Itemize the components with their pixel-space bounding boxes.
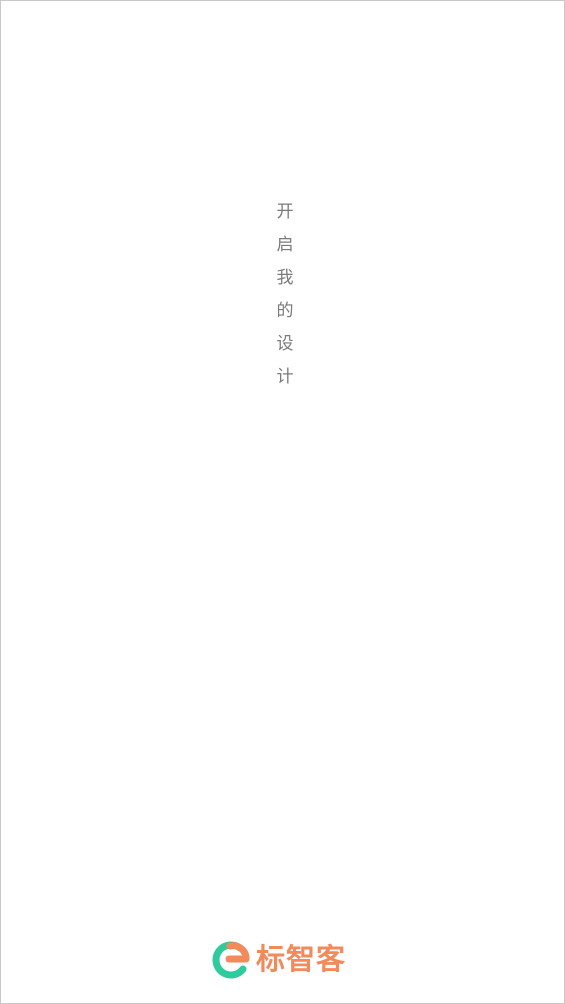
slogan-char: 的 (276, 301, 294, 321)
slogan-char: 启 (276, 235, 294, 255)
slogan-char: 设 (276, 334, 294, 354)
slogan-char: 开 (276, 202, 294, 222)
splash-screen: 开 启 我 的 设 计 标智客 (0, 0, 565, 1004)
brand-e-logo-icon (212, 941, 250, 979)
slogan-char: 计 (276, 367, 294, 387)
slogan-char: 我 (276, 268, 294, 288)
brand-name: 标智客 (256, 942, 347, 976)
brand-logo-lockup: 标智客 (212, 937, 346, 981)
vertical-slogan: 开 启 我 的 设 计 (273, 199, 297, 397)
